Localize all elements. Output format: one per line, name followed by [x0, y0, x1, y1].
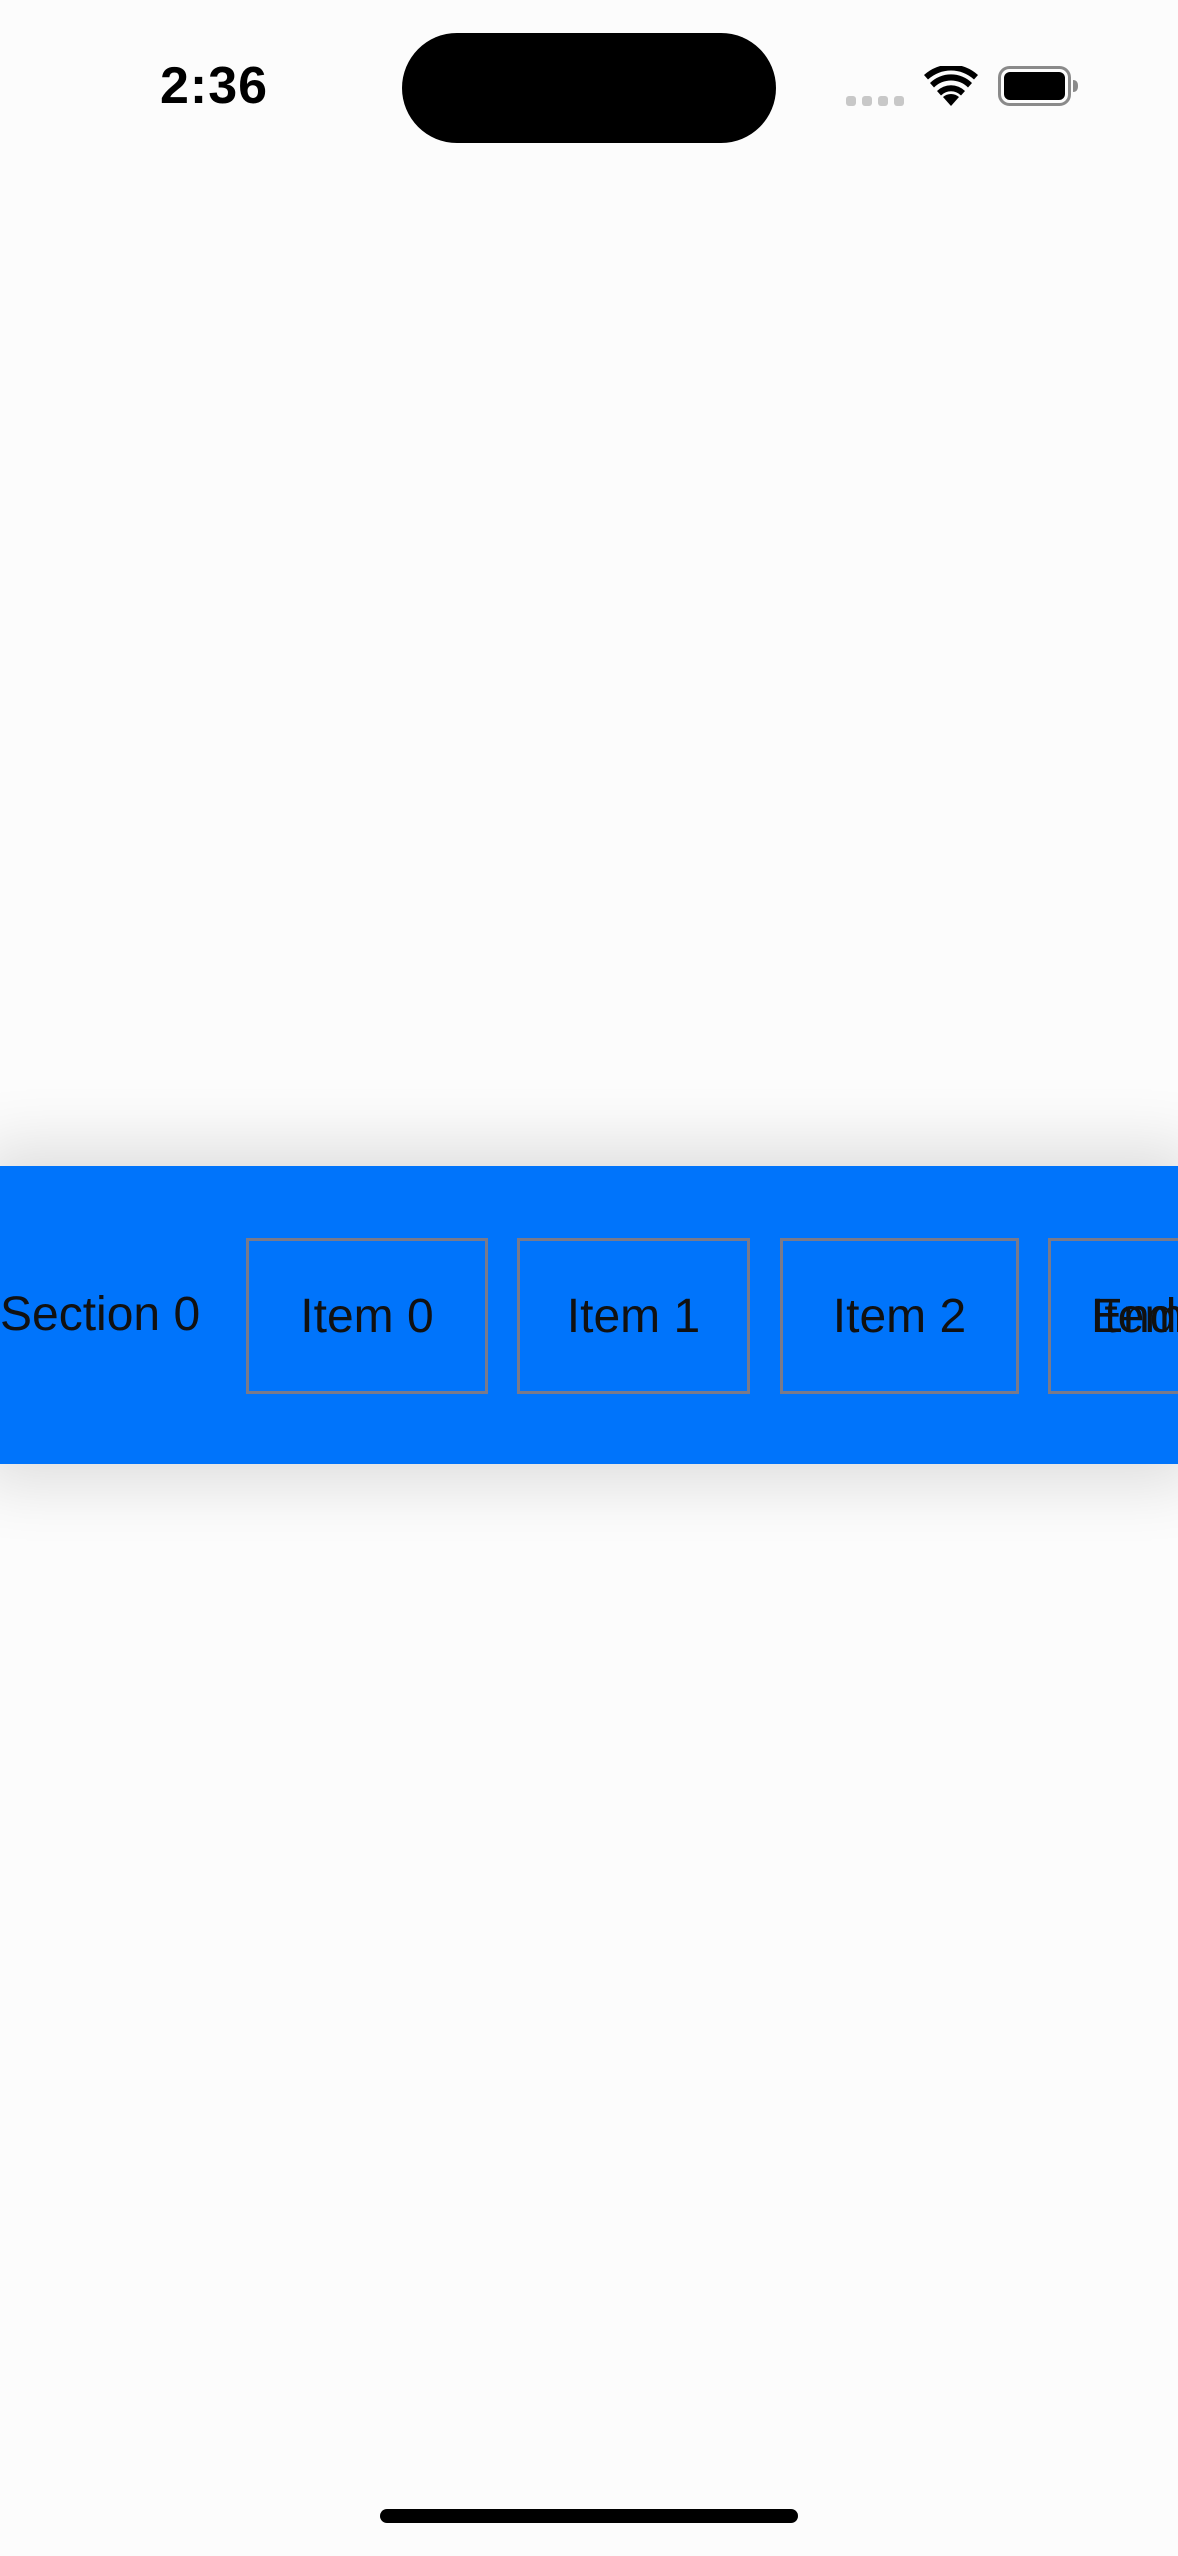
collection-item-cell[interactable]: Item 1: [517, 1238, 750, 1394]
battery-icon: [998, 66, 1078, 106]
status-bar-time: 2:36: [160, 57, 269, 115]
item-label: Item 1: [566, 1289, 701, 1343]
collection-item-cell-overlapping[interactable]: Item 3 End: [1048, 1238, 1178, 1394]
dynamic-island: [402, 33, 776, 143]
app-screen: 2:36 Section 0 Item 0 Item 1 Item 2 Item…: [0, 0, 1178, 2556]
collection-item-cell[interactable]: Item 0: [246, 1238, 488, 1394]
overlapping-label-end: End: [1091, 1289, 1177, 1343]
wifi-icon: [924, 66, 978, 106]
cellular-signal-icon: [846, 96, 904, 106]
horizontal-collection[interactable]: Section 0 Item 0 Item 1 Item 2 Item 3 En…: [0, 1166, 1178, 1464]
home-indicator[interactable]: [380, 2509, 798, 2523]
section-header-label: Section 0: [0, 1288, 201, 1341]
item-label: Item 2: [832, 1289, 967, 1343]
collection-item-cell[interactable]: Item 2: [780, 1238, 1019, 1394]
item-label: Item 0: [300, 1289, 434, 1343]
